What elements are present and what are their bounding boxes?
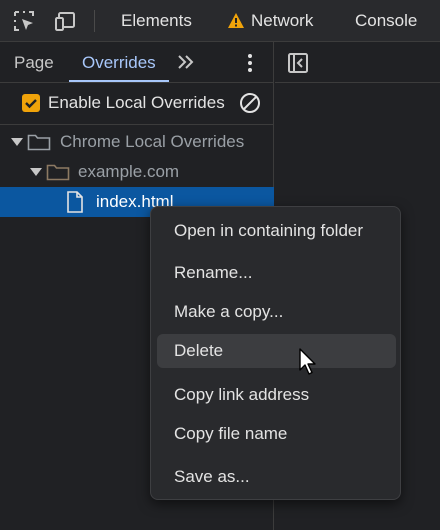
tab-console[interactable]: Console	[355, 11, 417, 31]
sidebar-tabs: Page Overrides	[0, 42, 274, 83]
enable-overrides-checkbox[interactable]	[22, 94, 40, 112]
menu-item-save-as[interactable]: Save as...	[157, 460, 396, 494]
tree-item-example-com[interactable]: example.com	[0, 157, 274, 187]
active-tab-indicator	[69, 80, 169, 82]
menu-item-label: Rename...	[174, 263, 253, 282]
more-options-icon[interactable]	[242, 53, 258, 73]
menu-item-label: Copy link address	[174, 385, 310, 404]
mouse-cursor-icon	[299, 348, 316, 375]
tab-overrides[interactable]: Overrides	[82, 53, 156, 73]
menu-item-rename[interactable]: Rename...	[157, 256, 396, 290]
clear-overrides-icon[interactable]	[238, 91, 262, 115]
inspect-element-icon[interactable]	[13, 10, 35, 32]
tab-page[interactable]: Page	[14, 53, 54, 73]
more-tabs-chevron-icon[interactable]	[176, 52, 196, 72]
tab-network[interactable]: Network	[251, 11, 313, 31]
toggle-sidebar-icon[interactable]	[287, 52, 309, 74]
checkmark-icon	[25, 99, 37, 109]
menu-item-copy-file-name[interactable]: Copy file name	[157, 417, 396, 451]
expand-triangle-icon[interactable]	[30, 168, 42, 176]
editor-toolbar	[275, 42, 440, 83]
enable-overrides-label: Enable Local Overrides	[48, 93, 225, 112]
menu-item-make-a-copy[interactable]: Make a copy...	[157, 295, 396, 329]
device-toolbar-icon[interactable]	[54, 10, 76, 32]
menu-item-open-in-containing-folder[interactable]: Open in containing folder	[157, 214, 396, 248]
menu-item-copy-link-address[interactable]: Copy link address	[157, 378, 396, 412]
menu-item-label: Make a copy...	[174, 302, 284, 321]
tree-item-chrome-local-overrides[interactable]: Chrome Local Overrides	[0, 127, 274, 157]
context-menu: Open in containing folder Rename... Make…	[150, 206, 401, 500]
tree-item-label: Chrome Local Overrides	[60, 132, 245, 151]
menu-item-label: Delete	[174, 341, 224, 360]
warning-icon	[228, 13, 244, 28]
menu-item-label: Copy file name	[174, 424, 288, 443]
folder-icon	[27, 134, 51, 151]
tab-elements[interactable]: Elements	[121, 11, 192, 31]
tree-item-label: example.com	[78, 162, 180, 181]
expand-triangle-icon[interactable]	[11, 138, 23, 146]
toolbar-divider	[94, 10, 95, 32]
menu-item-label: Save as...	[174, 467, 250, 486]
menu-item-label: Open in containing folder	[174, 221, 364, 240]
file-icon	[67, 191, 83, 213]
enable-overrides-row: Enable Local Overrides	[0, 83, 274, 125]
devtools-toolbar: Elements Network Console	[0, 0, 440, 42]
menu-item-delete[interactable]: Delete	[157, 334, 396, 368]
folder-icon	[46, 164, 70, 181]
